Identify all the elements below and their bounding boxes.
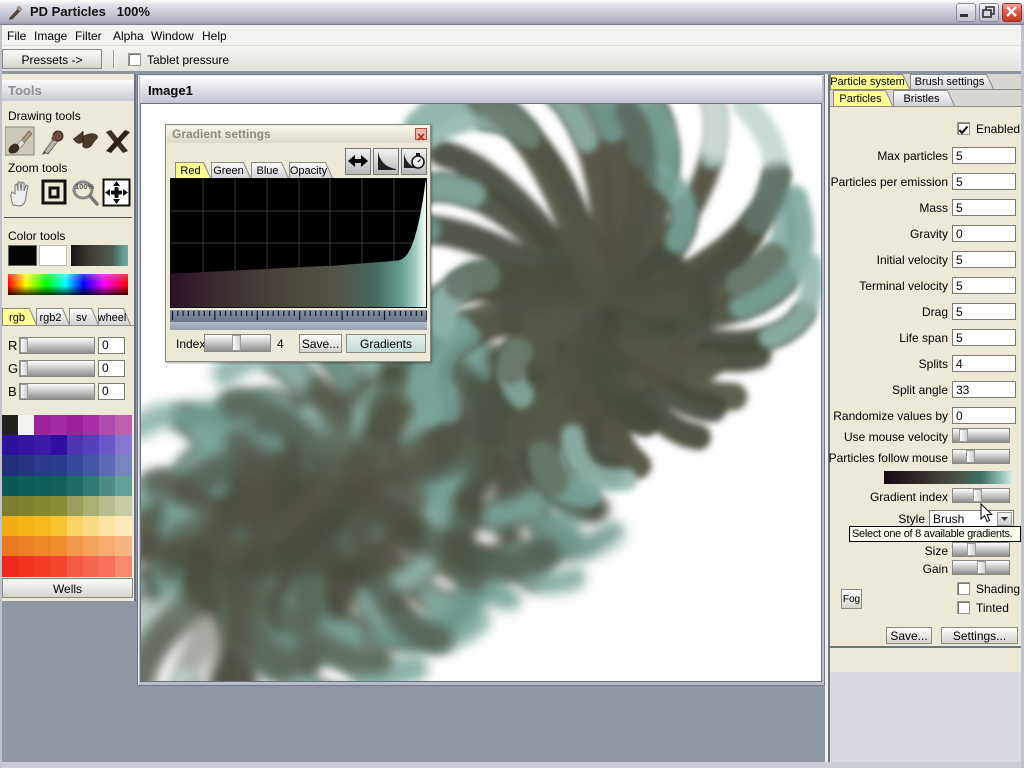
- svg-text:Red: Red: [180, 165, 200, 177]
- svg-text:rgb2: rgb2: [39, 312, 61, 324]
- svg-text:Blue: Blue: [256, 165, 278, 177]
- svg-text:rgb: rgb: [9, 312, 25, 324]
- svg-text:Green: Green: [213, 165, 244, 177]
- svg-text:Opacity: Opacity: [290, 165, 328, 177]
- svg-text:wheel: wheel: [98, 312, 126, 324]
- svg-text:sv: sv: [76, 312, 88, 324]
- svg-text:Bristles: Bristles: [903, 93, 940, 105]
- svg-text:Particles: Particles: [839, 93, 882, 105]
- svg-text:Brush settings: Brush settings: [915, 76, 985, 88]
- svg-text:Particle system: Particle system: [830, 76, 905, 88]
- svg-text:100%: 100%: [75, 182, 95, 191]
